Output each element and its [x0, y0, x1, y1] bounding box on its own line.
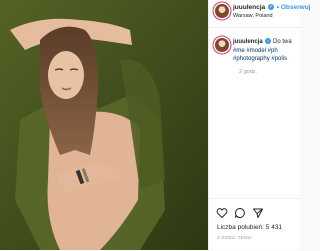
- caption-time: 2 godz.: [239, 69, 258, 75]
- post-photo[interactable]: [0, 0, 208, 250]
- heart-icon[interactable]: [216, 207, 228, 219]
- location-link[interactable]: Warsaw, Poland: [233, 13, 273, 19]
- follow-button[interactable]: • Obserwuj: [277, 4, 311, 11]
- post-date: 2 GODZ. TEMU: [217, 235, 252, 240]
- caption-avatar[interactable]: [215, 38, 229, 52]
- post-side-panel: juuulencja ✓ • Obserwuj Warsaw, Poland j…: [208, 0, 310, 251]
- verified-badge-icon: ✓: [267, 4, 274, 11]
- caption-text: Do twa: [273, 39, 292, 45]
- avatar[interactable]: [215, 4, 229, 18]
- caption: juuulencja ✓ Do twa #me #model #ph #phot…: [233, 38, 303, 64]
- comment-icon[interactable]: [234, 207, 246, 219]
- photo-illustration: [0, 0, 208, 250]
- action-bar: Liczba polubień: 5 431 2 GODZ. TEMU: [209, 198, 301, 251]
- header-username-row: juuulencja ✓ • Obserwuj: [233, 4, 310, 11]
- caption-username[interactable]: juuulencja: [233, 39, 263, 45]
- username-link[interactable]: juuulencja: [233, 4, 265, 11]
- caption-hashtags-line-2[interactable]: #photography #polis: [233, 56, 287, 62]
- likes-count[interactable]: Liczba polubień: 5 431: [217, 224, 282, 231]
- caption-hashtags-line-1[interactable]: #me #model #ph: [233, 48, 278, 54]
- caption-verified-badge-icon: ✓: [265, 38, 272, 45]
- share-icon[interactable]: [252, 207, 264, 219]
- post-header: juuulencja ✓ • Obserwuj Warsaw, Poland: [209, 0, 310, 28]
